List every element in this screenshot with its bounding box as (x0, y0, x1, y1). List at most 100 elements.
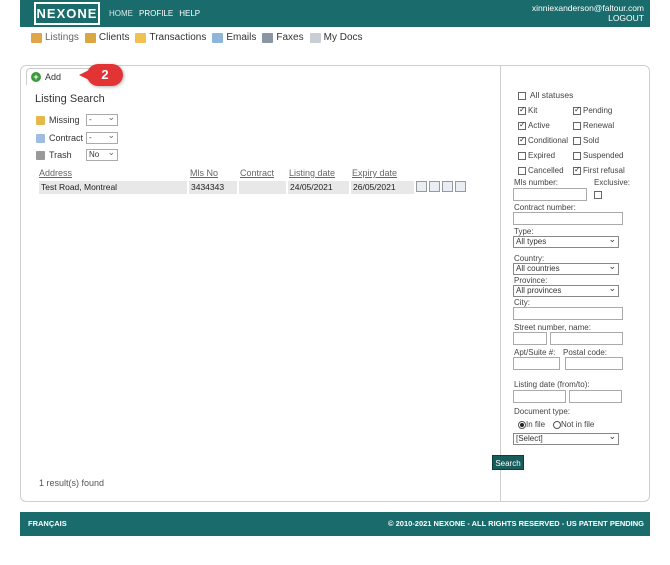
tab-label: Listings (45, 32, 79, 43)
clients-icon (84, 32, 96, 43)
document-icon[interactable] (416, 181, 427, 192)
tab-transactions[interactable]: Transactions (135, 32, 206, 43)
tab-label: Transactions (149, 32, 207, 43)
listing-date-from-input[interactable] (513, 390, 566, 403)
mls-input[interactable] (513, 188, 587, 201)
checkbox[interactable] (573, 136, 581, 145)
doctype-select[interactable]: [Select] (513, 431, 619, 445)
logout-link[interactable]: LOGOUT (532, 13, 644, 23)
nav-profile[interactable]: PROFILE (139, 9, 173, 18)
tab-emails[interactable]: Emails (212, 32, 256, 43)
status-kit[interactable]: Kit (518, 105, 538, 115)
search-button[interactable]: Search (492, 455, 524, 470)
checkbox[interactable] (518, 91, 526, 100)
mls-label: Mls number: (514, 178, 559, 187)
province-select[interactable]: All provinces (513, 283, 619, 297)
type-select[interactable]: All types (513, 234, 619, 248)
checkbox[interactable] (573, 105, 581, 115)
top-bar: NEXONE HOME PROFILE HELP xinniexanderson… (20, 0, 650, 27)
fax-icon (262, 32, 274, 43)
status-label: Expired (528, 151, 556, 160)
cell-address[interactable]: Test Road, Montreal (39, 181, 187, 194)
contract-number-input[interactable] (513, 212, 623, 225)
checkbox[interactable] (573, 121, 581, 130)
tab-faxes[interactable]: Faxes (262, 32, 304, 43)
radio[interactable] (518, 420, 526, 429)
tab-my-docs[interactable]: My Docs (309, 32, 363, 43)
table-header: Address Mls No Contract Listing date Exp… (39, 168, 469, 178)
filter-contract: Contract - (36, 130, 118, 144)
print-icon[interactable] (442, 181, 453, 192)
col-expiry-date[interactable]: Expiry date (352, 168, 397, 178)
language-link[interactable]: FRANÇAIS (28, 519, 67, 528)
docs-icon (309, 32, 321, 43)
filter-label: Trash (49, 150, 72, 160)
step-badge: 2 (79, 64, 123, 86)
listing-date-to-input[interactable] (569, 390, 622, 403)
status-pending[interactable]: Pending (573, 105, 613, 115)
postal-label: Postal code: (563, 348, 608, 357)
missing-select[interactable]: - (86, 112, 118, 126)
radio[interactable] (553, 420, 561, 429)
plus-icon: + (31, 72, 41, 82)
trash-select[interactable]: No (86, 147, 118, 161)
user-info: xinniexanderson@faltour.com LOGOUT (532, 3, 644, 23)
status-label: Kit (528, 106, 538, 115)
nav-home[interactable]: HOME (109, 9, 133, 18)
col-mls[interactable]: Mls No (190, 168, 218, 178)
content-panel: + Add 2 Listing Search Missing - Contrac… (20, 64, 650, 502)
checkbox[interactable] (518, 120, 526, 130)
tab-listings[interactable]: Listings (31, 32, 79, 43)
col-address[interactable]: Address (39, 168, 72, 178)
status-active[interactable]: Active (518, 120, 550, 130)
status-conditional[interactable]: Conditional (518, 135, 568, 145)
status-sold[interactable]: Sold (573, 136, 599, 145)
status-label: Active (528, 121, 550, 130)
nav-help[interactable]: HELP (179, 9, 200, 18)
checkbox[interactable] (573, 151, 581, 160)
exclusive-checkbox[interactable] (594, 190, 604, 199)
search-pane: All statuses Kit Pending Active Renewal … (500, 66, 650, 501)
result-count: 1 result(s) found (39, 478, 105, 488)
status-label: Pending (583, 106, 613, 115)
filter-trash: Trash No (36, 147, 118, 161)
checkbox[interactable] (518, 151, 526, 160)
status-first-refusal[interactable]: First refusal (573, 165, 625, 175)
city-input[interactable] (513, 307, 623, 320)
street-name-input[interactable] (550, 332, 623, 345)
street-number-input[interactable] (513, 332, 547, 345)
email-icon[interactable] (429, 181, 440, 192)
contract-select[interactable]: - (86, 130, 118, 144)
filter-label: Contract (49, 133, 84, 143)
checkbox[interactable] (518, 166, 526, 175)
checkbox[interactable] (594, 190, 602, 199)
listing-date-label: Listing date (from/to): (514, 380, 590, 389)
checkbox[interactable] (518, 105, 526, 115)
postal-input[interactable] (565, 357, 623, 370)
missing-icon (36, 115, 45, 125)
listing-pane: + Add 2 Listing Search Missing - Contrac… (21, 64, 501, 501)
in-file-radio[interactable]: In file (518, 420, 545, 429)
cell-mls: 3434343 (189, 181, 237, 194)
country-select[interactable]: All countries (513, 261, 619, 275)
status-renewal[interactable]: Renewal (573, 121, 614, 130)
main-tabs: Listings Clients Transactions Emails Fax… (31, 32, 363, 43)
col-listing-date[interactable]: Listing date (289, 168, 335, 178)
trash-icon (36, 150, 45, 160)
apt-input[interactable] (513, 357, 560, 370)
filter-label: Missing (49, 115, 80, 125)
all-statuses[interactable]: All statuses (518, 90, 573, 100)
status-cancelled[interactable]: Cancelled (518, 166, 564, 175)
checkbox[interactable] (518, 135, 526, 145)
logo[interactable]: NEXONE (34, 2, 100, 25)
status-suspended[interactable]: Suspended (573, 151, 623, 160)
tab-clients[interactable]: Clients (84, 32, 129, 43)
top-nav: HOME PROFILE HELP (109, 9, 200, 18)
country-label: Country: (514, 254, 545, 263)
status-expired[interactable]: Expired (518, 151, 555, 160)
edit-icon[interactable] (455, 181, 466, 192)
col-contract[interactable]: Contract (240, 168, 274, 178)
checkbox[interactable] (573, 165, 581, 175)
province-label: Province: (514, 276, 548, 285)
not-in-file-radio[interactable]: Not in file (553, 420, 594, 429)
